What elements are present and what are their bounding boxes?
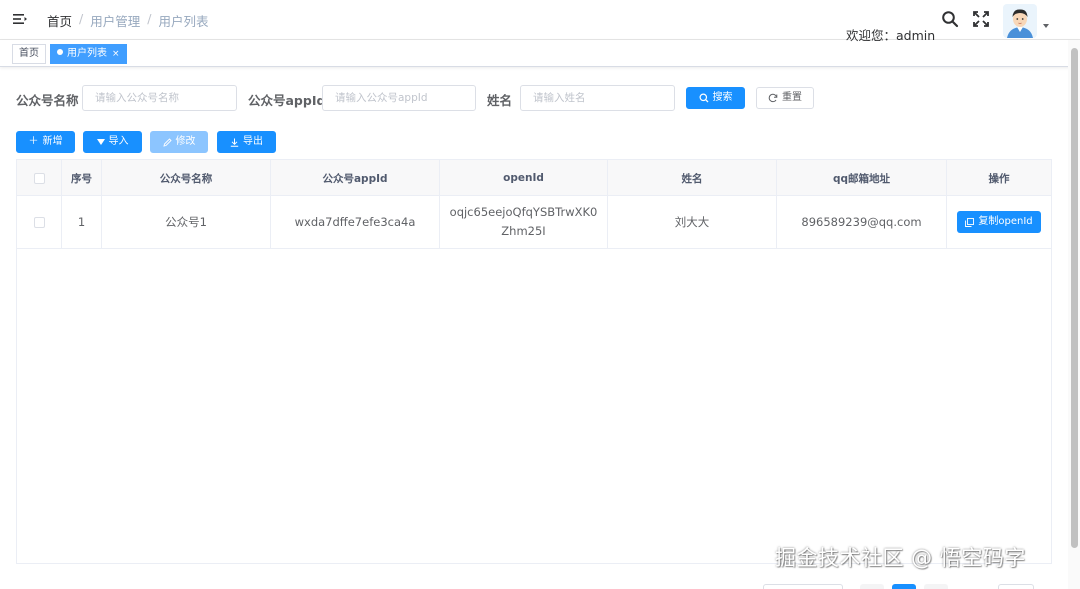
- export-icon: [230, 138, 239, 147]
- copy-openid-button[interactable]: 复制openId: [957, 211, 1041, 233]
- edit-button[interactable]: 修改: [150, 131, 208, 153]
- user-table: 序号 公众号名称 公众号appId openId 姓名 qq邮箱地址 操作 1 …: [16, 159, 1052, 564]
- column-header-index: 序号: [62, 160, 102, 196]
- reset-button[interactable]: 重置: [756, 87, 814, 109]
- copy-icon: [965, 217, 975, 227]
- breadcrumb-item-home[interactable]: 首页: [47, 11, 72, 30]
- account-name-input[interactable]: 请输入公众号名称: [82, 85, 237, 111]
- appid-label: 公众号appId: [248, 93, 326, 108]
- avatar[interactable]: [1003, 4, 1037, 38]
- next-page-button[interactable]: [924, 584, 948, 589]
- search-button[interactable]: 搜索: [686, 87, 745, 109]
- breadcrumb-separator: /: [147, 11, 152, 26]
- tag-user-list[interactable]: 用户列表 ×: [50, 44, 127, 64]
- appid-input[interactable]: 请输入公众号appId: [322, 85, 476, 111]
- cell-name: 刘大大: [608, 196, 777, 249]
- close-icon[interactable]: ×: [112, 49, 120, 59]
- export-button[interactable]: 导出: [217, 131, 276, 153]
- add-button[interactable]: ＋ 新增: [16, 131, 75, 153]
- column-header-actions: 操作: [988, 172, 1010, 185]
- cell-index: 1: [62, 196, 102, 249]
- tag-label: 用户列表: [67, 48, 107, 59]
- tag-home[interactable]: 首页: [12, 44, 46, 64]
- navbar: 首页 / 用户管理 / 用户列表 欢迎您：admin: [0, 0, 1080, 43]
- column-header-name: 姓名: [608, 160, 777, 196]
- column-header-openid: openId: [440, 160, 608, 196]
- cell-openid: oqjc65eejoQfqYSBTrwXK0Zhm25I: [440, 196, 608, 249]
- fullscreen-icon[interactable]: [972, 10, 990, 28]
- search-button-label: 搜索: [712, 92, 733, 103]
- name-input[interactable]: 请输入姓名: [520, 85, 675, 111]
- watermark: 掘金技术社区 @ 悟空码字: [775, 546, 1026, 570]
- prev-page-button[interactable]: [860, 584, 884, 589]
- import-button[interactable]: 导入: [83, 131, 142, 153]
- breadcrumb-item-user-management: 用户管理: [90, 14, 141, 29]
- select-all-checkbox[interactable]: [33, 172, 45, 184]
- page-size-select[interactable]: [763, 584, 843, 589]
- cell-account-name: 公众号1: [102, 196, 271, 249]
- search-icon: [699, 93, 708, 103]
- cell-email: 896589239@qq.com: [777, 196, 947, 249]
- copy-openid-label: 复制openId: [978, 216, 1033, 227]
- name-label: 姓名: [487, 93, 513, 108]
- cell-actions: 复制openId: [947, 196, 1051, 249]
- breadcrumb-item-user-list: 用户列表: [158, 14, 209, 29]
- account-name-label: 公众号名称: [16, 93, 79, 108]
- plus-icon: ＋: [28, 136, 39, 147]
- refresh-icon: [768, 93, 778, 103]
- add-button-label: 新增: [42, 136, 63, 147]
- search-icon[interactable]: [941, 10, 959, 28]
- row-checkbox[interactable]: [33, 216, 45, 228]
- caret-down-icon[interactable]: [1043, 24, 1049, 28]
- row-checkbox-cell: [17, 196, 62, 249]
- cell-appid: wxda7dffe7efe3ca4a: [271, 196, 440, 249]
- scrollbar-thumb[interactable]: [1071, 48, 1078, 548]
- column-header-account-name: 公众号名称: [102, 160, 271, 196]
- import-button-label: 导入: [108, 136, 129, 147]
- breadcrumb: 首页 / 用户管理 / 用户列表: [47, 11, 208, 30]
- edit-button-label: 修改: [175, 136, 196, 147]
- table-header: 序号 公众号名称 公众号appId openId 姓名 qq邮箱地址 操作: [17, 160, 1051, 196]
- reset-button-label: 重置: [782, 92, 802, 103]
- tags-view: 首页 用户列表 ×: [0, 40, 1080, 67]
- header-checkbox-cell: [17, 160, 62, 196]
- page-jumper-input[interactable]: [998, 584, 1034, 589]
- active-dot-icon: [57, 49, 63, 55]
- breadcrumb-separator: /: [79, 11, 84, 26]
- import-icon: [96, 139, 105, 145]
- edit-icon: [162, 137, 172, 147]
- hamburger-icon[interactable]: [12, 11, 28, 27]
- export-button-label: 导出: [243, 136, 263, 147]
- tag-label: 首页: [19, 48, 39, 59]
- column-header-email: qq邮箱地址: [777, 160, 947, 196]
- column-header-appid: 公众号appId: [271, 160, 440, 196]
- pagination-page-active[interactable]: [892, 584, 916, 589]
